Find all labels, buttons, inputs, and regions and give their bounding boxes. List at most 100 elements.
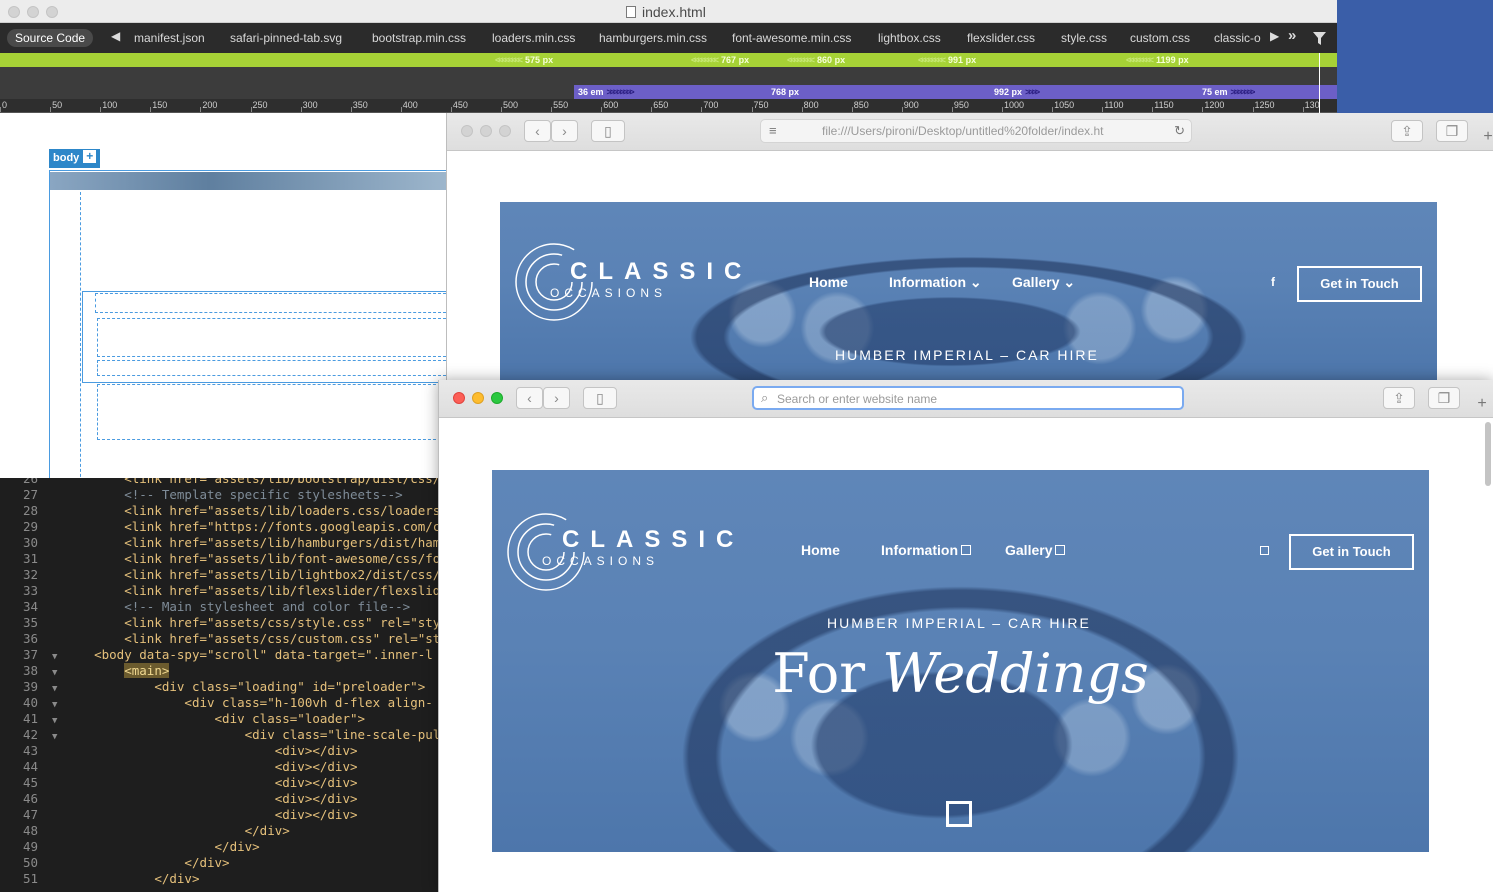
- code-line[interactable]: 26 <link href="assets/lib/bootstrap/dist…: [0, 478, 440, 487]
- back-icon[interactable]: ‹: [524, 120, 551, 142]
- code-line[interactable]: 37 ▼ <body data-spy="scroll" data-target=…: [0, 647, 433, 663]
- file-tab[interactable]: hamburgers.min.css: [599, 31, 707, 45]
- media-query-marker[interactable]: <<<<<<<< 575 px: [495, 54, 553, 66]
- logo-wordmark[interactable]: CLASSIC: [562, 526, 744, 554]
- close-window-button[interactable]: [461, 125, 473, 137]
- code-line[interactable]: 42 ▼ <div class="line-scale-pul: [0, 727, 440, 743]
- code-line[interactable]: 50 </div>: [0, 855, 230, 871]
- code-line[interactable]: 32 <link href="assets/lib/lightbox2/dist…: [0, 567, 440, 583]
- code-line[interactable]: 45 <div></div>: [0, 775, 358, 791]
- code-view[interactable]: 26 <link href="assets/lib/bootstrap/dist…: [0, 478, 440, 892]
- reload-icon[interactable]: ↻: [1174, 120, 1185, 142]
- code-line[interactable]: 28 <link href="assets/lib/loaders.css/lo…: [0, 503, 440, 519]
- file-tab[interactable]: bootstrap.min.css: [372, 31, 466, 45]
- search-input[interactable]: ⌕ Search or enter website name: [752, 386, 1184, 410]
- scroll-left-icon[interactable]: ◀: [111, 29, 120, 43]
- nav-home[interactable]: Home: [801, 542, 840, 558]
- code-line[interactable]: 39 ▼ <div class="loading" id="preloader">: [0, 679, 425, 695]
- media-query-marker[interactable]: 36 em >>>>>>>>: [578, 86, 635, 98]
- zoom-window-button[interactable]: [499, 125, 511, 137]
- reader-icon[interactable]: ≡: [769, 120, 777, 142]
- line-number: 33: [22, 583, 38, 598]
- source-code-button[interactable]: Source Code: [7, 29, 94, 47]
- code-text: <body data-spy="scroll" data-target=".in…: [94, 647, 433, 662]
- scroll-down-indicator[interactable]: [946, 801, 972, 827]
- media-query-marker[interactable]: <<<<<<<< 1199 px: [1126, 54, 1189, 66]
- code-line[interactable]: 31 <link href="assets/lib/font-awesome/c…: [0, 551, 440, 567]
- file-tab[interactable]: custom.css: [1130, 31, 1190, 45]
- sidebar-icon[interactable]: ▯: [583, 387, 617, 409]
- close-window-button[interactable]: [453, 392, 465, 404]
- tabs-icon[interactable]: ❐: [1428, 387, 1460, 409]
- new-tab-icon[interactable]: +: [1471, 393, 1493, 415]
- minimize-window-button[interactable]: [472, 392, 484, 404]
- get-in-touch-button[interactable]: Get in Touch: [1289, 534, 1414, 570]
- zoom-window-button[interactable]: [491, 392, 503, 404]
- code-line[interactable]: 47 <div></div>: [0, 807, 358, 823]
- media-query-marker[interactable]: <<<<<<<< 767 px: [691, 54, 749, 66]
- file-tab[interactable]: style.css: [1061, 31, 1107, 45]
- line-number: 27: [22, 487, 38, 502]
- share-icon[interactable]: ⇪: [1391, 120, 1423, 142]
- code-line[interactable]: 35 <link href="assets/css/style.css" rel…: [0, 615, 440, 631]
- ruler-tick: [851, 107, 853, 112]
- code-line[interactable]: 30 <link href="assets/lib/hamburgers/dis…: [0, 535, 440, 551]
- add-element-icon[interactable]: +: [83, 150, 97, 163]
- overflow-chevron-icon[interactable]: »: [1288, 27, 1296, 44]
- media-query-marker[interactable]: 768 px: [771, 86, 799, 98]
- media-query-marker[interactable]: <<<<<<<< 860 px: [787, 54, 845, 66]
- code-line[interactable]: 43 <div></div>: [0, 743, 358, 759]
- facebook-icon[interactable]: f: [1271, 275, 1275, 289]
- file-tab[interactable]: classic-o: [1214, 31, 1264, 45]
- code-line[interactable]: 38 ▼ <main>: [0, 663, 170, 679]
- code-line[interactable]: 34 <!-- Main stylesheet and color file--…: [0, 599, 410, 615]
- file-tab[interactable]: safari-pinned-tab.svg: [230, 31, 342, 45]
- new-tab-icon[interactable]: +: [1477, 126, 1493, 148]
- share-icon[interactable]: ⇪: [1383, 387, 1415, 409]
- filter-icon[interactable]: [1313, 32, 1326, 45]
- vertical-scrollbar[interactable]: [1485, 422, 1491, 486]
- scroll-right-icon[interactable]: ▶: [1270, 29, 1279, 43]
- code-line[interactable]: 40 ▼ <div class="h-100vh d-flex align-: [0, 695, 433, 711]
- nav-gallery[interactable]: Gallery ⌄: [1012, 274, 1075, 291]
- code-line[interactable]: 36 <link href="assets/css/custom.css" re…: [0, 631, 440, 647]
- code-line[interactable]: 29 <link href="https://fonts.googleapis.…: [0, 519, 440, 535]
- media-query-marker[interactable]: <<<<<<<< 991 px: [918, 54, 976, 66]
- code-line[interactable]: 49 </div>: [0, 839, 260, 855]
- code-line[interactable]: 44 <div></div>: [0, 759, 358, 775]
- forward-icon[interactable]: ›: [543, 387, 570, 409]
- file-tab[interactable]: manifest.json: [134, 31, 205, 45]
- sidebar-icon[interactable]: ▯: [591, 120, 625, 142]
- media-query-marker[interactable]: 75 em >>>>>>>: [1202, 86, 1255, 98]
- address-bar[interactable]: ≡ file:///Users/pironi/Desktop/untitled%…: [760, 119, 1192, 143]
- nav-home[interactable]: Home: [809, 274, 848, 290]
- nav-information[interactable]: Information ⌄: [889, 274, 982, 291]
- file-tab[interactable]: loaders.min.css: [492, 31, 575, 45]
- file-tab[interactable]: lightbox.css: [878, 31, 941, 45]
- code-line[interactable]: 46 <div></div>: [0, 791, 358, 807]
- code-line[interactable]: 41 ▼ <div class="loader">: [0, 711, 365, 727]
- ruler-cursor[interactable]: [1319, 53, 1320, 113]
- ruler-label: 1150: [1154, 100, 1174, 110]
- back-icon[interactable]: ‹: [516, 387, 543, 409]
- code-line[interactable]: 48 </div>: [0, 823, 290, 839]
- code-line[interactable]: 51 </div>: [0, 871, 200, 887]
- file-tab[interactable]: font-awesome.min.css: [732, 31, 851, 45]
- file-tab[interactable]: flexslider.css: [967, 31, 1035, 45]
- close-window-button[interactable]: [8, 6, 20, 18]
- code-line[interactable]: 27 <!-- Template specific stylesheets-->: [0, 487, 403, 503]
- zoom-window-button[interactable]: [46, 6, 58, 18]
- code-line[interactable]: 33 <link href="assets/lib/flexslider/fle…: [0, 583, 440, 599]
- facebook-icon[interactable]: [1260, 546, 1269, 555]
- media-query-marker[interactable]: 992 px >>>>: [994, 86, 1040, 98]
- tabs-icon[interactable]: ❐: [1436, 120, 1468, 142]
- nav-gallery[interactable]: Gallery: [1005, 542, 1066, 558]
- forward-icon[interactable]: ›: [551, 120, 578, 142]
- minimize-window-button[interactable]: [27, 6, 39, 18]
- body-tag-label[interactable]: body +: [49, 149, 101, 168]
- nav-information[interactable]: Information: [881, 542, 971, 558]
- code-text: <div class="line-scale-pul: [244, 727, 440, 742]
- logo-wordmark[interactable]: CLASSIC: [570, 258, 752, 286]
- get-in-touch-button[interactable]: Get in Touch: [1297, 266, 1422, 302]
- minimize-window-button[interactable]: [480, 125, 492, 137]
